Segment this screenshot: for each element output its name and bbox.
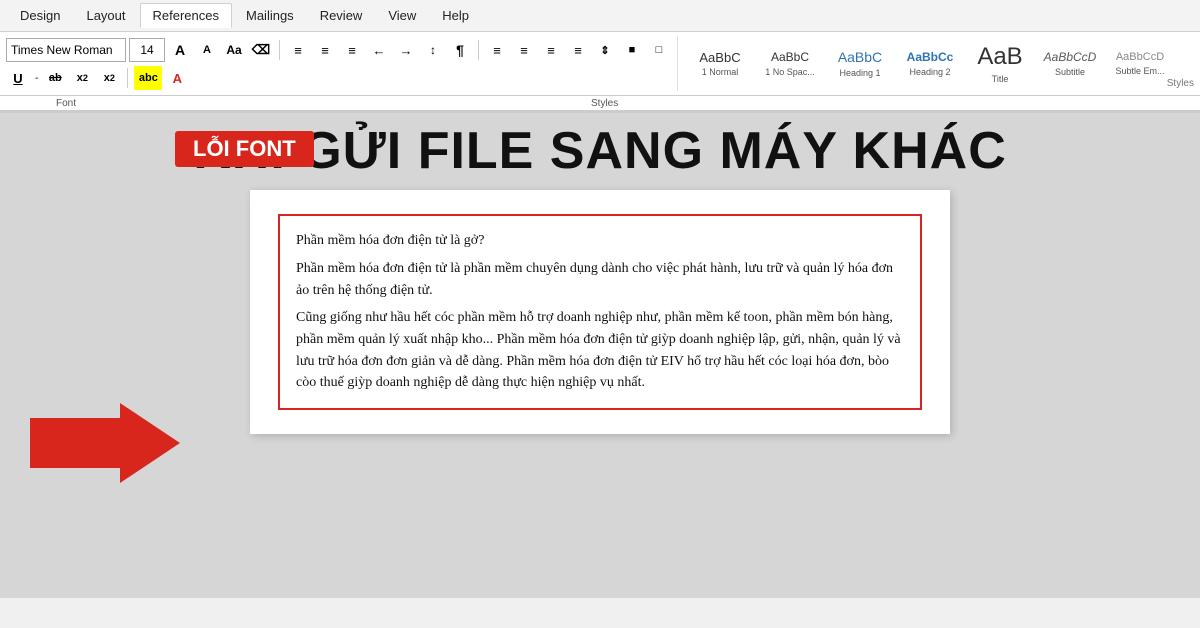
font-color-button[interactable]: A xyxy=(165,66,189,90)
grow-font-button[interactable]: A xyxy=(168,38,192,62)
style-normal-preview: AaBbC xyxy=(699,50,740,66)
separator xyxy=(279,40,280,60)
tab-references[interactable]: References xyxy=(140,3,232,28)
align-right-button[interactable]: ≡ xyxy=(539,38,563,62)
style-subtitle-label: Subtitle xyxy=(1055,67,1085,77)
clear-formatting-button[interactable]: ⌫ xyxy=(249,38,273,62)
arrow-head xyxy=(120,403,180,483)
arrow-body xyxy=(30,418,120,468)
tab-design[interactable]: Design xyxy=(8,4,72,27)
style-h1-label: Heading 1 xyxy=(839,68,880,78)
sort-button[interactable]: ↕ xyxy=(421,38,445,62)
style-h1-preview: AaBbC xyxy=(838,49,882,66)
doc-para-1: Phần mềm hóa đơn điện tử là gở? xyxy=(296,230,904,252)
doc-para-3: Cũng giống như hầu hết cóc phần mềm hỗ t… xyxy=(296,307,904,394)
arrow-container xyxy=(30,403,180,483)
pilcrow-button[interactable]: ¶ xyxy=(448,38,472,62)
style-subtle-preview: AaBbCcD xyxy=(1116,51,1164,64)
tab-view[interactable]: View xyxy=(376,4,428,27)
tab-help[interactable]: Help xyxy=(430,4,481,27)
change-case-button[interactable]: Aa xyxy=(222,38,246,62)
style-h2-label: Heading 2 xyxy=(909,67,950,77)
style-nospace-label: 1 No Spac... xyxy=(765,67,815,77)
separator3 xyxy=(127,68,128,88)
style-normal-label: 1 Normal xyxy=(702,67,739,77)
styles-section-label-container: Styles xyxy=(1167,36,1194,91)
tab-layout[interactable]: Layout xyxy=(74,4,137,27)
group-labels-row: Font Styles xyxy=(0,96,1200,112)
style-nospace-preview: AaBbC xyxy=(771,50,809,64)
indent-button[interactable]: → xyxy=(394,38,418,62)
style-subtitle-preview: AaBbCcD xyxy=(1044,50,1097,64)
tab-mailings[interactable]: Mailings xyxy=(234,4,306,27)
multilevel-list-button[interactable]: ≡ xyxy=(340,38,364,62)
bullets-button[interactable]: ≡ xyxy=(286,38,310,62)
error-badge: LỖI FONT xyxy=(175,131,314,167)
shrink-font-button[interactable]: A xyxy=(195,38,219,62)
underline-dash: - xyxy=(35,73,38,84)
justify-button[interactable]: ≡ xyxy=(566,38,590,62)
style-heading1[interactable]: AaBbC Heading 1 xyxy=(826,37,894,91)
align-left-button[interactable]: ≡ xyxy=(485,38,509,62)
style-normal[interactable]: AaBbC 1 Normal xyxy=(686,37,754,91)
font-size-input[interactable] xyxy=(129,38,165,62)
outdent-button[interactable]: ← xyxy=(367,38,391,62)
font-group-label: Font xyxy=(6,98,126,109)
shading-button[interactable]: ■ xyxy=(620,38,644,62)
style-title-label: Title xyxy=(992,74,1009,84)
toolbar-styles-row: A A Aa ⌫ ≡ ≡ ≡ ← → ↕ ¶ ≡ ≡ ≡ ≡ ⇕ ■ □ xyxy=(0,32,1200,96)
doc-content-box: Phần mềm hóa đơn điện tử là gở? Phần mềm… xyxy=(278,214,922,410)
font-name-input[interactable] xyxy=(6,38,126,62)
doc-para-2: Phần mềm hóa đơn điện tử là phần mềm chu… xyxy=(296,258,904,301)
align-center-button[interactable]: ≡ xyxy=(512,38,536,62)
style-subtle-label: Subtle Em... xyxy=(1115,66,1164,76)
style-h2-preview: AaBbCc xyxy=(907,50,954,64)
doc-page: Phần mềm hóa đơn điện tử là gở? Phần mềm… xyxy=(250,190,950,434)
strikethrough-button[interactable]: ab xyxy=(43,66,67,90)
superscript-button[interactable]: x2 xyxy=(97,66,121,90)
styles-label: Styles xyxy=(1167,78,1194,89)
underline-button[interactable]: U xyxy=(6,66,30,90)
styles-gallery: AaBbC 1 Normal AaBbC 1 No Spac... AaBbC … xyxy=(678,36,1167,91)
separator2 xyxy=(478,40,479,60)
border-button[interactable]: □ xyxy=(647,38,671,62)
style-heading2[interactable]: AaBbCc Heading 2 xyxy=(896,37,964,91)
tab-bar: Design Layout References Mailings Review… xyxy=(0,0,1200,32)
styles-group-label: Styles xyxy=(591,98,618,109)
line-spacing-button[interactable]: ⇕ xyxy=(593,38,617,62)
style-subtle-emphasis[interactable]: AaBbCcD Subtle Em... xyxy=(1106,37,1167,91)
toolbar-area: A A Aa ⌫ ≡ ≡ ≡ ← → ↕ ¶ ≡ ≡ ≡ ≡ ⇕ ■ □ xyxy=(6,36,678,91)
red-arrow xyxy=(30,403,180,483)
document-area: LỖI FONT KHI GỬI FILE SANG MÁY KHÁC Phần… xyxy=(0,113,1200,598)
style-title-preview: AaB xyxy=(977,43,1022,72)
text-highlight-button[interactable]: abc xyxy=(134,66,162,90)
style-title[interactable]: AaB Title xyxy=(966,37,1034,91)
style-subtitle[interactable]: AaBbCcD Subtitle xyxy=(1036,37,1104,91)
numbering-button[interactable]: ≡ xyxy=(313,38,337,62)
subscript-button[interactable]: x2 xyxy=(70,66,94,90)
style-nospace[interactable]: AaBbC 1 No Spac... xyxy=(756,37,824,91)
tab-review[interactable]: Review xyxy=(308,4,375,27)
